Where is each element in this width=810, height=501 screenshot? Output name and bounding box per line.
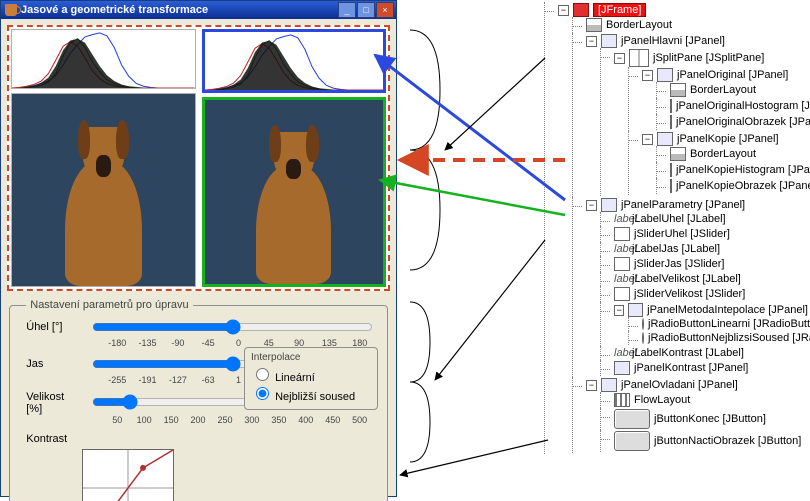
tree-node-ovladani[interactable]: jPanelOvladani [JPanel] FlowLayout jButt… — [572, 377, 808, 453]
tree-node-rb-lin[interactable]: jRadioButtonLinearni [JRadioButton] — [628, 317, 808, 331]
tree-node-orig-obrazek[interactable]: jPanelOriginalObrazek [JPanel] — [656, 114, 808, 130]
tree-node-splitpane[interactable]: jSplitPane [JSplitPane] jPanelOriginal [… — [600, 48, 808, 196]
interpolace-legend: Interpolace — [251, 352, 371, 363]
histogram-original — [11, 29, 196, 89]
histogram-kopie — [202, 29, 387, 93]
kontrast-label: Kontrast — [26, 433, 82, 445]
arrow-parametry — [435, 240, 545, 380]
tree-node-slider-velikost[interactable]: jSliderVelikost [JSlider] — [600, 286, 808, 302]
uhel-label: Úhel [°] — [26, 321, 82, 333]
tree-node-orig-border[interactable]: BorderLayout — [656, 82, 808, 98]
tree-node-interpolace[interactable]: jPanelMetodaIntepolace [JPanel] jRadioBu… — [600, 302, 808, 346]
java-cup-icon — [5, 4, 17, 16]
tree-node-jframe[interactable]: [JFrame] BorderLayout jPanelHlavni [JPan… — [544, 2, 808, 454]
maximize-button[interactable]: □ — [357, 2, 375, 18]
dog-illustration-icon — [39, 109, 167, 286]
component-tree: [JFrame] BorderLayout jPanelHlavni [JPan… — [530, 2, 808, 498]
titlebar[interactable]: Jasové a geometrické transformace _ □ × — [1, 1, 396, 19]
tree-node-slider-jas[interactable]: jSliderJas [JSlider] — [600, 256, 808, 272]
tree-node-borderlayout[interactable]: BorderLayout — [572, 17, 808, 33]
tree-node-hlavni[interactable]: jPanelHlavni [JPanel] jSplitPane [JSplit… — [572, 33, 808, 197]
tree-node-kopie[interactable]: jPanelKopie [JPanel] BorderLayout jPanel… — [628, 131, 808, 195]
tree-node-orig-histo[interactable]: jPanelOriginalHostogram [JPanel] — [656, 98, 808, 114]
panel-original — [11, 29, 196, 287]
tree-node-panel-kontrast[interactable]: jPanelKontrast [JPanel] — [600, 360, 808, 376]
image-original — [11, 93, 196, 287]
tree-node-label-uhel[interactable]: labeljLabelUhel [JLabel] — [600, 212, 808, 226]
split-pane[interactable] — [7, 25, 390, 291]
tree-node-btn-nacti[interactable]: jButtonNactiObrazek [JButton] — [600, 430, 808, 452]
tree-node-slider-uhel[interactable]: jSliderUhel [JSlider] — [600, 226, 808, 242]
interpolace-group: Interpolace Lineární Nejbližší soused — [244, 347, 378, 410]
tree-node-rb-nn[interactable]: jRadioButtonNejblizsiSoused [JRadioButto… — [628, 331, 808, 345]
window-title: Jasové a geometrické transformace — [21, 4, 208, 16]
minimize-button[interactable]: _ — [338, 2, 356, 18]
tree-node-kopie-histo[interactable]: jPanelKopieHistogram [JPanel] — [656, 162, 808, 178]
params-legend: Nastavení parametrů pro úpravu — [26, 299, 192, 311]
dog-illustration-icon — [231, 115, 356, 284]
jas-label: Jas — [26, 358, 82, 370]
velikost-ticks: 50100150200250300350400450500 — [18, 415, 379, 429]
tree-node-original[interactable]: jPanelOriginal [JPanel] BorderLayout jPa… — [628, 67, 808, 131]
tree-node-kopie-obrazek[interactable]: jPanelKopieObrazek [JPanel] — [656, 178, 808, 194]
radio-nejblizsi[interactable]: Nejbližší soused — [251, 391, 355, 403]
arrow-ovladani — [400, 440, 548, 475]
close-button[interactable]: × — [376, 2, 394, 18]
velikost-label: Velikost [%] — [26, 391, 82, 415]
tree-node-kopie-border[interactable]: BorderLayout — [656, 146, 808, 162]
image-kopie — [202, 97, 387, 287]
tree-node-btn-konec[interactable]: jButtonKonec [JButton] — [600, 408, 808, 430]
uhel-slider[interactable] — [92, 319, 373, 335]
panel-kopie — [202, 29, 387, 287]
tree-node-flow[interactable]: FlowLayout — [600, 392, 808, 408]
tree-node-parametry[interactable]: jPanelParametry [JPanel] labeljLabelUhel… — [572, 197, 808, 377]
tree-node-label-velikost[interactable]: labeljLabelVelikost [JLabel] — [600, 272, 808, 286]
kontrast-curve[interactable] — [82, 449, 174, 501]
tree-node-label-jas[interactable]: labeljLabelJas [JLabel] — [600, 242, 808, 256]
radio-linearni[interactable]: Lineární — [251, 372, 315, 384]
app-window: Jasové a geometrické transformace _ □ × — [0, 0, 397, 497]
tree-node-label-kontrast[interactable]: labeljLabelKontrast [JLabel] — [600, 346, 808, 360]
